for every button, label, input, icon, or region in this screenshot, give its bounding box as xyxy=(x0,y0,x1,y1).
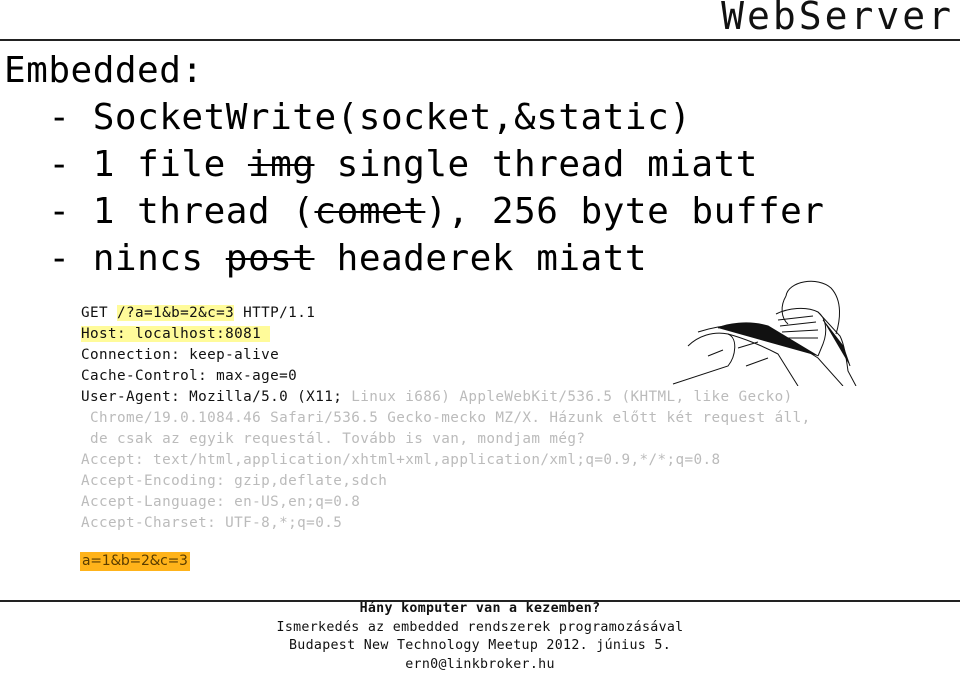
footer-email: ern0@linkbroker.hu xyxy=(0,656,960,674)
struck-word: post xyxy=(226,238,315,279)
accept-charset-header: Accept-Charset: UTF-8,*;q=0.5 xyxy=(81,515,342,531)
host-header: Host: localhost:8081 xyxy=(81,326,270,342)
query-string-highlight: /?a=1&b=2&c=3 xyxy=(117,305,234,321)
struck-word: comet xyxy=(314,191,425,232)
bullet-list: Embedded: - SocketWrite(socket,&static) … xyxy=(4,47,824,282)
connection-header: Connection: keep-alive xyxy=(81,347,279,363)
user-agent-line-3: de csak az egyik requestál. Tovább is va… xyxy=(81,431,585,447)
user-agent-header: User-Agent: Mozilla/5.0 (X11; xyxy=(81,389,342,405)
slide-title: WebServer xyxy=(721,0,954,38)
accept-header: Accept: text/html,application/xhtml+xml,… xyxy=(81,452,721,468)
footer-talk-title: Hány komputer van a kezemben? xyxy=(0,600,960,619)
bullet-heading: Embedded: xyxy=(4,50,204,91)
bullet-item: - 1 file img single thread miatt xyxy=(4,144,758,185)
accept-encoding-header: Accept-Encoding: gzip,deflate,sdch xyxy=(81,473,387,489)
top-divider xyxy=(0,39,960,41)
bullet-item: - 1 thread (comet), 256 byte buffer xyxy=(4,191,824,232)
bullet-item: - SocketWrite(socket,&static) xyxy=(4,97,691,138)
footer: Hány komputer van a kezemben? Ismerkedés… xyxy=(0,600,960,674)
footer-subtitle: Ismerkedés az embedded rendszerek progra… xyxy=(0,619,960,638)
user-agent-line-2: Chrome/19.0.1084.46 Safari/536.5 Gecko-m… xyxy=(81,410,811,426)
footer-event: Budapest New Technology Meetup 2012. jún… xyxy=(0,637,960,656)
request-line: GET /?a=1&b=2&c=3 HTTP/1.1 xyxy=(81,305,315,321)
cache-control-header: Cache-Control: max-age=0 xyxy=(81,368,297,384)
accept-language-header: Accept-Language: en-US,en;q=0.8 xyxy=(81,494,360,510)
request-body-highlight: a=1&b=2&c=3 xyxy=(80,552,190,571)
struck-word: img xyxy=(248,144,315,185)
user-agent-continued: Linux i686) AppleWebKit/536.5 (KHTML, li… xyxy=(342,389,792,405)
facepalm-illustration xyxy=(668,276,858,386)
bullet-item: - nincs post headerek miatt xyxy=(4,238,647,279)
